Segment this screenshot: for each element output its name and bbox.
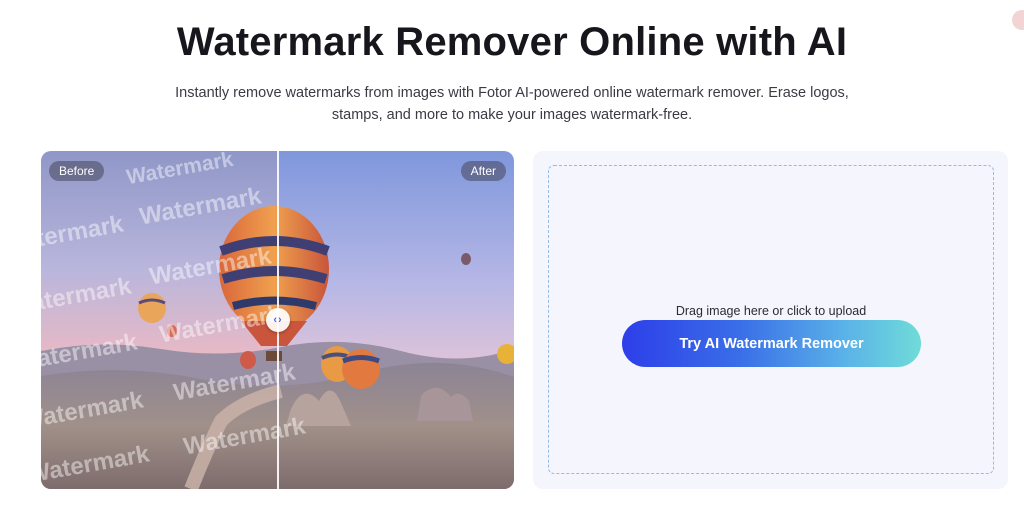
page-subtitle: Instantly remove watermarks from images … [175, 85, 849, 123]
upload-dropzone[interactable]: Drag image here or click to upload Try A… [548, 165, 994, 474]
page-title: Watermark Remover Online with AI [176, 20, 848, 64]
compare-slider-handle[interactable]: ‹› [266, 308, 290, 332]
before-badge: Before [49, 161, 105, 181]
after-badge: After [460, 161, 506, 181]
try-ai-watermark-remover-button[interactable]: Try AI Watermark Remover [622, 320, 921, 367]
drag-upload-text: Drag image here or click to upload [675, 304, 867, 318]
before-after-demo[interactable]: Watermark Watermark Watermark Watermark … [41, 151, 514, 489]
upload-panel: Drag image here or click to upload Try A… [533, 151, 1008, 489]
